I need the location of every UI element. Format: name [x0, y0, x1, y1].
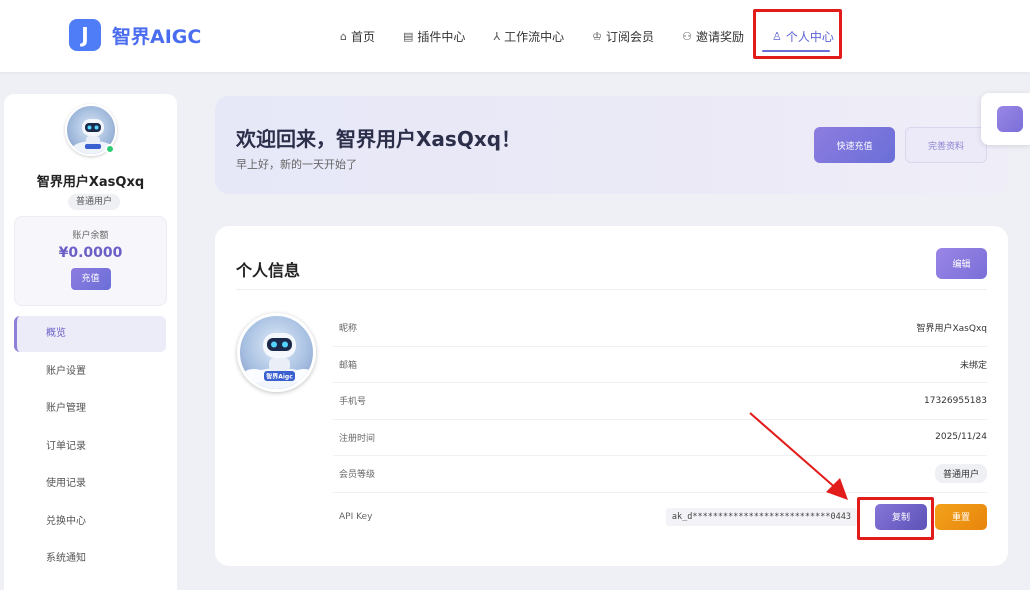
brand-name[interactable]: 智界AIGC	[112, 22, 201, 49]
sidebar-item-account-settings[interactable]: 账户设置	[14, 354, 166, 390]
quick-recharge-button[interactable]: 快速充值	[814, 127, 895, 163]
field-row-register-time: 注册时间 2025/11/24	[333, 420, 987, 456]
sidebar-item-notifications[interactable]: 系统通知	[14, 541, 166, 577]
nav-label: 插件中心	[417, 29, 466, 44]
annotation-highlight-box	[857, 497, 934, 540]
field-row-phone: 手机号 17326955183	[333, 383, 987, 420]
profile-card-title: 个人信息	[236, 261, 301, 280]
nav-label: 首页	[350, 29, 375, 44]
welcome-title: 欢迎回来，智界用户XasQxq！	[236, 127, 522, 151]
nav-item-subscription[interactable]: ♔ 订阅会员	[592, 28, 654, 45]
nav-item-workflow[interactable]: ⅄ 工作流中心	[493, 28, 564, 45]
member-level-badge: 普通用户	[934, 464, 987, 484]
field-value: 17326955183	[924, 395, 987, 406]
field-label: 手机号	[339, 397, 367, 408]
field-value: 智界用户XasQxq	[916, 324, 988, 335]
nav-item-invite[interactable]: ⚇ 邀请奖励	[682, 28, 744, 45]
balance-value: ¥0.0000	[58, 245, 123, 261]
sidebar-item-orders[interactable]: 订单记录	[14, 429, 166, 465]
field-value: 未绑定	[959, 360, 987, 371]
api-key-actions: ak_d***************************0443 复制 重…	[665, 503, 987, 530]
sidebar-item-overview[interactable]: 概览	[14, 316, 166, 352]
app-logo-icon[interactable]: J	[69, 19, 101, 51]
nav-item-home[interactable]: ⌂ 首页	[340, 28, 375, 45]
sidebar: 智界用户XasQxq 普通用户 账户余额 ¥0.0000 充值 概览 账户设置 …	[4, 94, 177, 590]
online-status-dot	[105, 144, 115, 154]
reset-api-key-button[interactable]: 重置	[935, 503, 987, 530]
recharge-button[interactable]: 充值	[70, 268, 111, 290]
complete-profile-button[interactable]: 完善资料	[905, 127, 987, 163]
api-key-value: ak_d***************************0443	[665, 507, 857, 526]
field-label: API Key	[339, 511, 373, 522]
plugin-icon: ▤	[403, 29, 414, 43]
field-row-member-level: 会员等级 普通用户	[333, 456, 987, 493]
welcome-banner: 欢迎回来，智界用户XasQxq！ 早上好，新的一天开始了 快速充值 完善资料	[215, 96, 1008, 194]
balance-label: 账户余额	[72, 231, 109, 241]
sidebar-username: 智界用户XasQxq	[36, 175, 145, 190]
annotation-highlight-box	[753, 9, 842, 59]
nav-label: 工作流中心	[504, 29, 565, 44]
users-icon: ⚇	[682, 29, 692, 43]
avatar-caption: 智界Aigc	[266, 373, 293, 381]
field-label: 会员等级	[339, 470, 376, 481]
field-row-nickname: 昵称 智界用户XasQxq	[333, 310, 987, 347]
robot-avatar-icon: 智界Aigc	[242, 333, 313, 389]
user-level-badge: 普通用户	[68, 194, 121, 210]
home-icon: ⌂	[340, 29, 347, 43]
field-value: 2025/11/24	[935, 432, 987, 443]
field-label: 注册时间	[339, 433, 376, 444]
profile-avatar[interactable]: 智界Aigc	[237, 313, 316, 392]
floating-widget-button[interactable]	[981, 93, 1030, 145]
balance-card: 账户余额 ¥0.0000 充值	[14, 216, 167, 306]
sidebar-item-usage[interactable]: 使用记录	[14, 466, 166, 502]
divider	[236, 289, 987, 290]
top-header: J 智界AIGC ⌂ 首页 ▤ 插件中心 ⅄ 工作流中心 ♔ 订阅会员 ⚇ 邀请…	[0, 0, 1030, 72]
nav-label: 邀请奖励	[695, 29, 744, 44]
field-row-email: 邮箱 未绑定	[333, 347, 987, 383]
sidebar-item-redeem[interactable]: 兑换中心	[14, 504, 166, 540]
nav-item-plugins[interactable]: ▤ 插件中心	[403, 28, 465, 45]
sidebar-item-account-management[interactable]: 账户管理	[14, 391, 166, 427]
welcome-subtitle: 早上好，新的一天开始了	[236, 158, 357, 171]
sidebar-menu: 概览 账户设置 账户管理 订单记录 使用记录 兑换中心 系统通知	[14, 316, 166, 579]
field-label: 昵称	[339, 324, 358, 335]
nav-label: 订阅会员	[606, 29, 655, 44]
edit-profile-button[interactable]: 编辑	[936, 248, 987, 279]
workflow-icon: ⅄	[493, 29, 501, 43]
field-label: 邮箱	[339, 360, 358, 371]
widget-icon	[997, 106, 1023, 132]
crown-icon: ♔	[592, 29, 603, 43]
